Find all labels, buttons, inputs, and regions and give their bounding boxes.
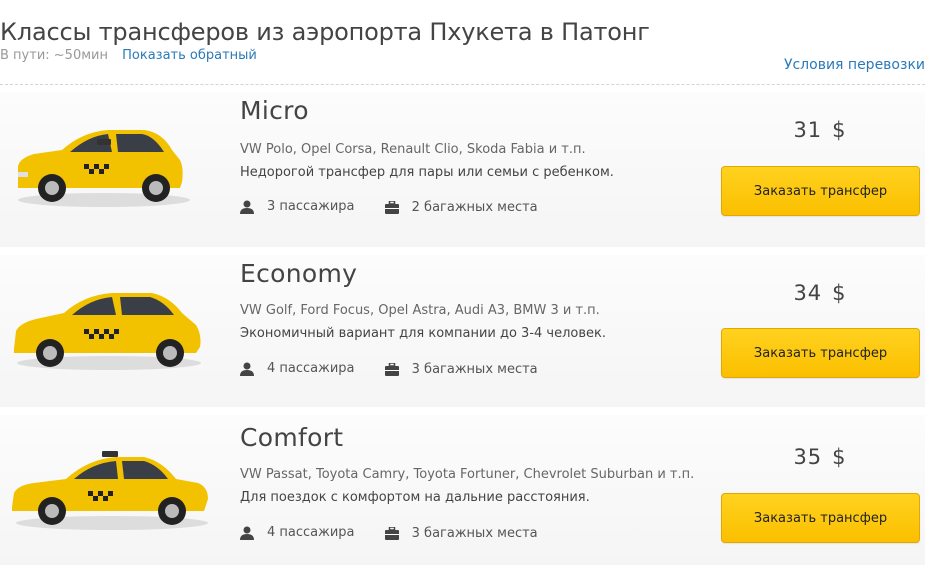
person-icon <box>240 526 254 540</box>
luggage-count: 3 багажных места <box>411 361 538 377</box>
hatchback-taxi-image <box>18 130 190 207</box>
sedan-taxi-image <box>12 451 208 530</box>
price-value: 35 <box>793 445 823 469</box>
class-name: Economy <box>240 259 358 288</box>
compact-taxi-image <box>14 293 201 370</box>
transfer-class-card-economy: Economy VW Golf, Ford Focus, Opel Astra,… <box>0 255 925 407</box>
luggage-count: 2 багажных места <box>411 199 538 215</box>
suitcase-icon <box>384 526 399 540</box>
suitcase-icon <box>384 200 399 214</box>
transfer-class-card-micro: Micro VW Polo, Opel Corsa, Renault Clio,… <box>0 92 925 247</box>
transport-terms-link[interactable]: Условия перевозки <box>784 57 925 73</box>
price: 31 $ <box>720 118 920 142</box>
price-currency: $ <box>832 445 847 469</box>
price: 35 $ <box>720 445 920 469</box>
transfer-class-card-comfort: Comfort VW Passat, Toyota Camry, Toyota … <box>0 415 925 565</box>
passengers-spec: 3 пассажира <box>240 199 355 214</box>
order-transfer-button[interactable]: Заказать трансфер <box>721 166 920 216</box>
order-transfer-button[interactable]: Заказать трансфер <box>721 493 920 543</box>
class-specs: 4 пассажира 3 багажных места <box>240 525 538 544</box>
class-description: Недорогой трансфер для пары или семьи с … <box>240 165 614 180</box>
price-value: 31 <box>793 118 823 142</box>
show-reverse-link[interactable]: Показать обратный <box>122 48 257 63</box>
class-name: Micro <box>240 96 309 125</box>
class-description: Для поездок с комфортом на дальние расст… <box>240 490 590 505</box>
luggage-count: 3 багажных места <box>411 525 538 541</box>
car-examples: VW Golf, Ford Focus, Opel Astra, Audi A3… <box>240 303 600 318</box>
passenger-count: 4 пассажира <box>267 525 355 540</box>
class-specs: 4 пассажира 3 багажных места <box>240 361 538 380</box>
person-icon <box>240 362 254 376</box>
passenger-count: 4 пассажира <box>267 361 355 376</box>
price-currency: $ <box>832 281 847 305</box>
trip-duration: В пути: ~50мин <box>0 48 108 63</box>
luggage-spec: 3 багажных места <box>384 361 538 377</box>
passengers-spec: 4 пассажира <box>240 361 355 376</box>
price-value: 34 <box>793 281 823 305</box>
price-currency: $ <box>832 118 847 142</box>
class-description: Экономичный вариант для компании до 3-4 … <box>240 326 606 341</box>
suitcase-icon <box>384 362 399 376</box>
order-transfer-button[interactable]: Заказать трансфер <box>721 328 920 378</box>
page-title: Классы трансферов из аэропорта Пхукета в… <box>0 18 650 47</box>
passenger-count: 3 пассажира <box>267 199 355 214</box>
price: 34 $ <box>720 281 920 305</box>
class-name: Comfort <box>240 423 344 452</box>
passengers-spec: 4 пассажира <box>240 525 355 540</box>
class-specs: 3 пассажира 2 багажных места <box>240 199 538 218</box>
car-examples: VW Passat, Toyota Camry, Toyota Fortuner… <box>240 467 695 482</box>
car-examples: VW Polo, Opel Corsa, Renault Clio, Skoda… <box>240 142 586 157</box>
trip-meta: В пути: ~50мин Показать обратный <box>0 48 257 63</box>
luggage-spec: 3 багажных места <box>384 525 538 541</box>
luggage-spec: 2 багажных места <box>384 199 538 215</box>
divider <box>0 84 925 85</box>
person-icon <box>240 200 254 214</box>
